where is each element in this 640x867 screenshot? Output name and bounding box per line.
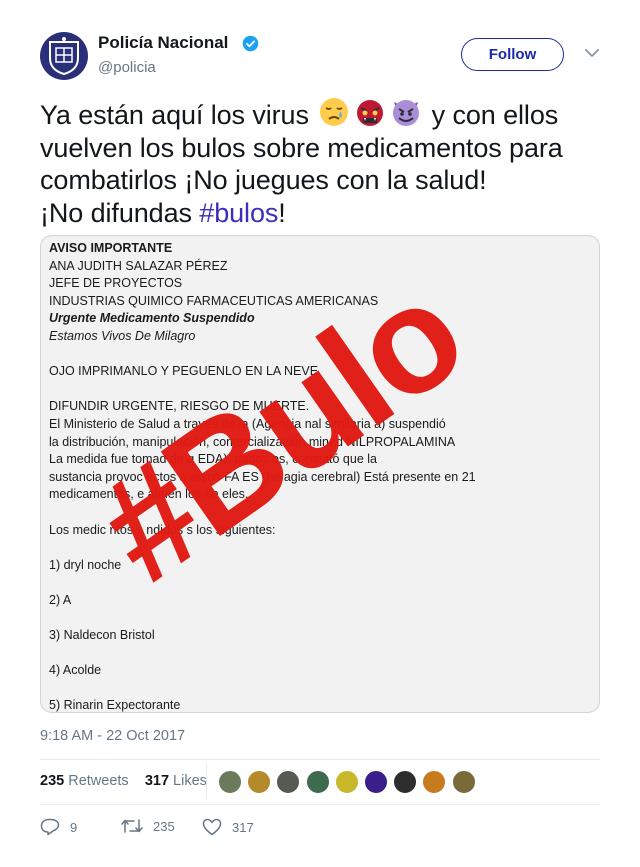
- police-badge-icon: [49, 37, 79, 76]
- tweet-line-3: combatirlos ¡No juegues con la salud!: [40, 165, 487, 195]
- verified-badge-icon: [242, 35, 259, 52]
- liker-avatar[interactable]: [363, 770, 388, 794]
- tweet-line-2: vuelven los bulos sobre medicamentos par…: [40, 132, 563, 163]
- author-handle[interactable]: @policia: [98, 59, 156, 76]
- likes-stat[interactable]: 317 Likes: [145, 773, 207, 789]
- liker-avatar[interactable]: [276, 770, 301, 794]
- divider: [40, 804, 600, 805]
- stats-separator: [206, 764, 207, 800]
- divider: [40, 759, 600, 760]
- reply-count: 9: [70, 819, 78, 835]
- tweet-line-4-end: !: [278, 197, 286, 228]
- retweet-icon: [121, 819, 143, 833]
- sad-relieved-face-icon: [320, 98, 349, 126]
- document-line: JEFE DE PROYECTOS: [49, 276, 183, 291]
- liker-avatar[interactable]: [218, 770, 242, 794]
- liker-avatar[interactable]: [422, 770, 447, 794]
- tweet-line-1: Ya están aquí los virus: [40, 100, 309, 130]
- smiling-imp-icon: [393, 100, 420, 126]
- liker-avatar[interactable]: [393, 770, 418, 794]
- follow-button[interactable]: Follow: [461, 38, 564, 71]
- document-line: AVISO IMPORTANTE: [49, 241, 173, 255]
- engagement-stats: 235 Retweets 317 Likes: [40, 773, 207, 789]
- liker-avatars: [218, 770, 481, 794]
- document-line: 4) Acolde: [49, 663, 102, 678]
- tweet-text: Ya están aquí los virus y con ellos vuel…: [40, 96, 610, 229]
- tweet-line-4: ¡No difundas: [40, 197, 200, 228]
- liker-avatar[interactable]: [247, 770, 272, 794]
- like-button[interactable]: 317: [202, 818, 254, 836]
- hashtag-link[interactable]: #bulos: [199, 198, 278, 228]
- author-name[interactable]: Policía Nacional: [98, 33, 228, 53]
- reply-icon: [40, 818, 60, 836]
- liker-avatar[interactable]: [334, 770, 359, 794]
- liker-avatar[interactable]: [305, 770, 330, 794]
- document-line: 5) Rinarin Expectorante: [49, 698, 181, 713]
- tweet-image[interactable]: AVISO IMPORTANTE ANA JUDITH SALAZAR PÉREZ…: [40, 235, 600, 713]
- retweet-button[interactable]: 235: [121, 818, 175, 834]
- like-count: 317: [232, 819, 254, 835]
- reply-button[interactable]: 9: [40, 818, 77, 836]
- retweet-count: 235: [153, 818, 175, 834]
- heart-icon: [202, 818, 222, 836]
- tweet-timestamp[interactable]: 9:18 AM - 22 Oct 2017: [40, 728, 185, 744]
- retweets-stat[interactable]: 235 Retweets: [40, 773, 129, 789]
- tweet-line-1-end: y con ellos: [431, 100, 559, 130]
- document-line: 3) Naldecon Bristol: [49, 628, 155, 643]
- chevron-down-icon[interactable]: [584, 46, 600, 60]
- document-line: ANA JUDITH SALAZAR PÉREZ: [49, 258, 228, 273]
- document-line: 2) A: [49, 592, 72, 607]
- liker-avatar[interactable]: [451, 770, 476, 794]
- ogre-mask-icon: [357, 98, 384, 126]
- avatar[interactable]: [40, 32, 88, 80]
